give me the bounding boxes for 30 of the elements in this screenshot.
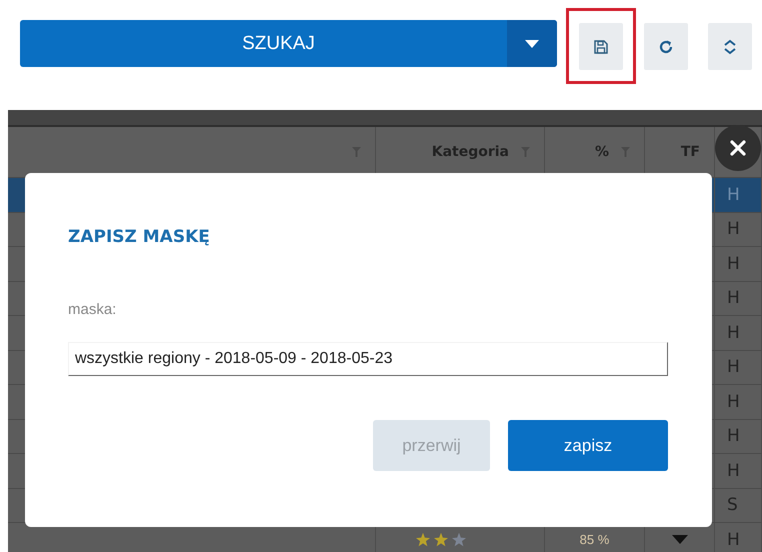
search-button[interactable]: SZUKAJ <box>20 20 557 67</box>
table-cell: H <box>727 322 740 343</box>
table-cell: H <box>727 288 740 308</box>
dialog-title: ZAPISZ MASKĘ <box>68 227 211 247</box>
caret-icon <box>672 535 688 544</box>
expand-icon <box>722 38 738 54</box>
table-cell: H <box>727 530 740 550</box>
cancel-button[interactable]: przerwij <box>373 420 490 471</box>
table-cell: H <box>727 460 740 481</box>
column-header[interactable]: TF <box>680 144 700 160</box>
table-cell: H <box>727 184 740 205</box>
table-cell: S <box>727 495 738 516</box>
table-cell: H <box>727 219 740 240</box>
table-cell: H <box>727 357 740 378</box>
save-button[interactable]: zapisz <box>508 420 668 471</box>
table-cell: H <box>727 254 740 274</box>
close-icon <box>730 140 746 156</box>
refresh-button[interactable] <box>644 23 688 70</box>
column-header[interactable]: % <box>594 144 609 160</box>
table-cell: H <box>727 426 740 446</box>
field-label: maska: <box>68 301 118 318</box>
expand-button[interactable] <box>708 23 752 70</box>
save-icon <box>593 38 609 54</box>
save-button[interactable] <box>579 23 623 70</box>
caret-icon[interactable] <box>525 40 539 48</box>
input-field[interactable]: wszystkie regiony - 2018-05-09 - 2018-05-23 <box>68 342 668 376</box>
percent-value: 85 % <box>580 532 610 548</box>
column-header[interactable]: Kategoria <box>432 144 509 160</box>
table-cell: H <box>727 392 740 412</box>
refresh-icon <box>658 38 674 54</box>
